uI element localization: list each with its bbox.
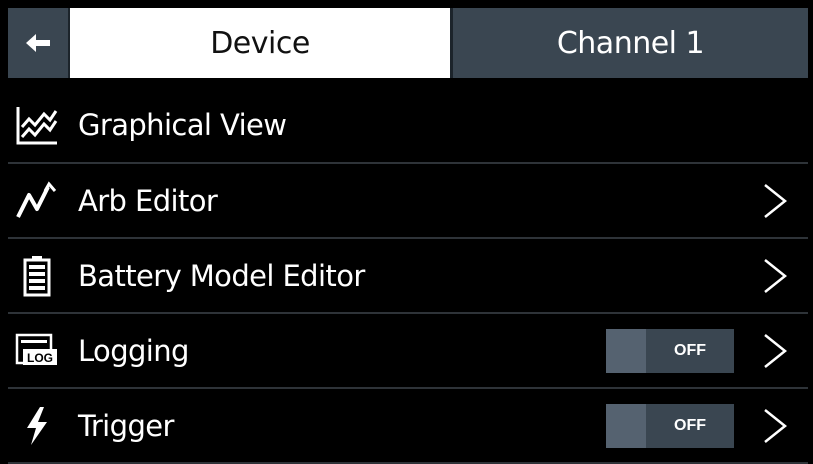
logging-toggle[interactable]: OFF <box>606 328 734 373</box>
tab-device[interactable]: Device <box>70 8 450 78</box>
arrow-left-icon <box>26 34 50 52</box>
log-icon: LOG <box>14 328 60 374</box>
chevron-right-icon[interactable] <box>760 256 790 296</box>
waveform-icon <box>14 178 60 224</box>
menu-item-label: Logging <box>78 333 189 368</box>
tab-channel-1[interactable]: Channel 1 <box>450 8 808 78</box>
menu-item-label: Battery Model Editor <box>78 258 365 293</box>
chevron-right-icon[interactable] <box>760 406 790 446</box>
menu-list: Graphical View Arb Editor Battery Model … <box>8 88 808 464</box>
trigger-toggle[interactable]: OFF <box>606 403 734 448</box>
toggle-state: OFF <box>674 416 706 434</box>
menu-item-logging[interactable]: LOG Logging OFF <box>8 314 808 389</box>
menu-item-battery-model-editor[interactable]: Battery Model Editor <box>8 239 808 314</box>
battery-icon <box>14 253 60 299</box>
menu-item-label: Arb Editor <box>78 183 218 218</box>
menu-item-trigger[interactable]: Trigger OFF <box>8 389 808 464</box>
svg-text:LOG: LOG <box>27 351 53 365</box>
toggle-knob <box>606 403 646 448</box>
chevron-right-icon[interactable] <box>760 331 790 371</box>
back-button[interactable] <box>8 8 70 78</box>
chevron-right-icon[interactable] <box>760 181 790 221</box>
menu-item-arb-editor[interactable]: Arb Editor <box>8 164 808 239</box>
chart-icon <box>14 102 60 148</box>
menu-item-graphical-view[interactable]: Graphical View <box>8 88 808 164</box>
toggle-state: OFF <box>674 341 706 359</box>
top-bar: Device Channel 1 <box>8 8 808 78</box>
toggle-knob <box>606 328 646 373</box>
app-window: Device Channel 1 Graphical View Arb Edit… <box>0 0 813 464</box>
menu-item-label: Trigger <box>78 408 174 443</box>
menu-item-label: Graphical View <box>78 108 287 142</box>
lightning-icon <box>14 403 60 449</box>
